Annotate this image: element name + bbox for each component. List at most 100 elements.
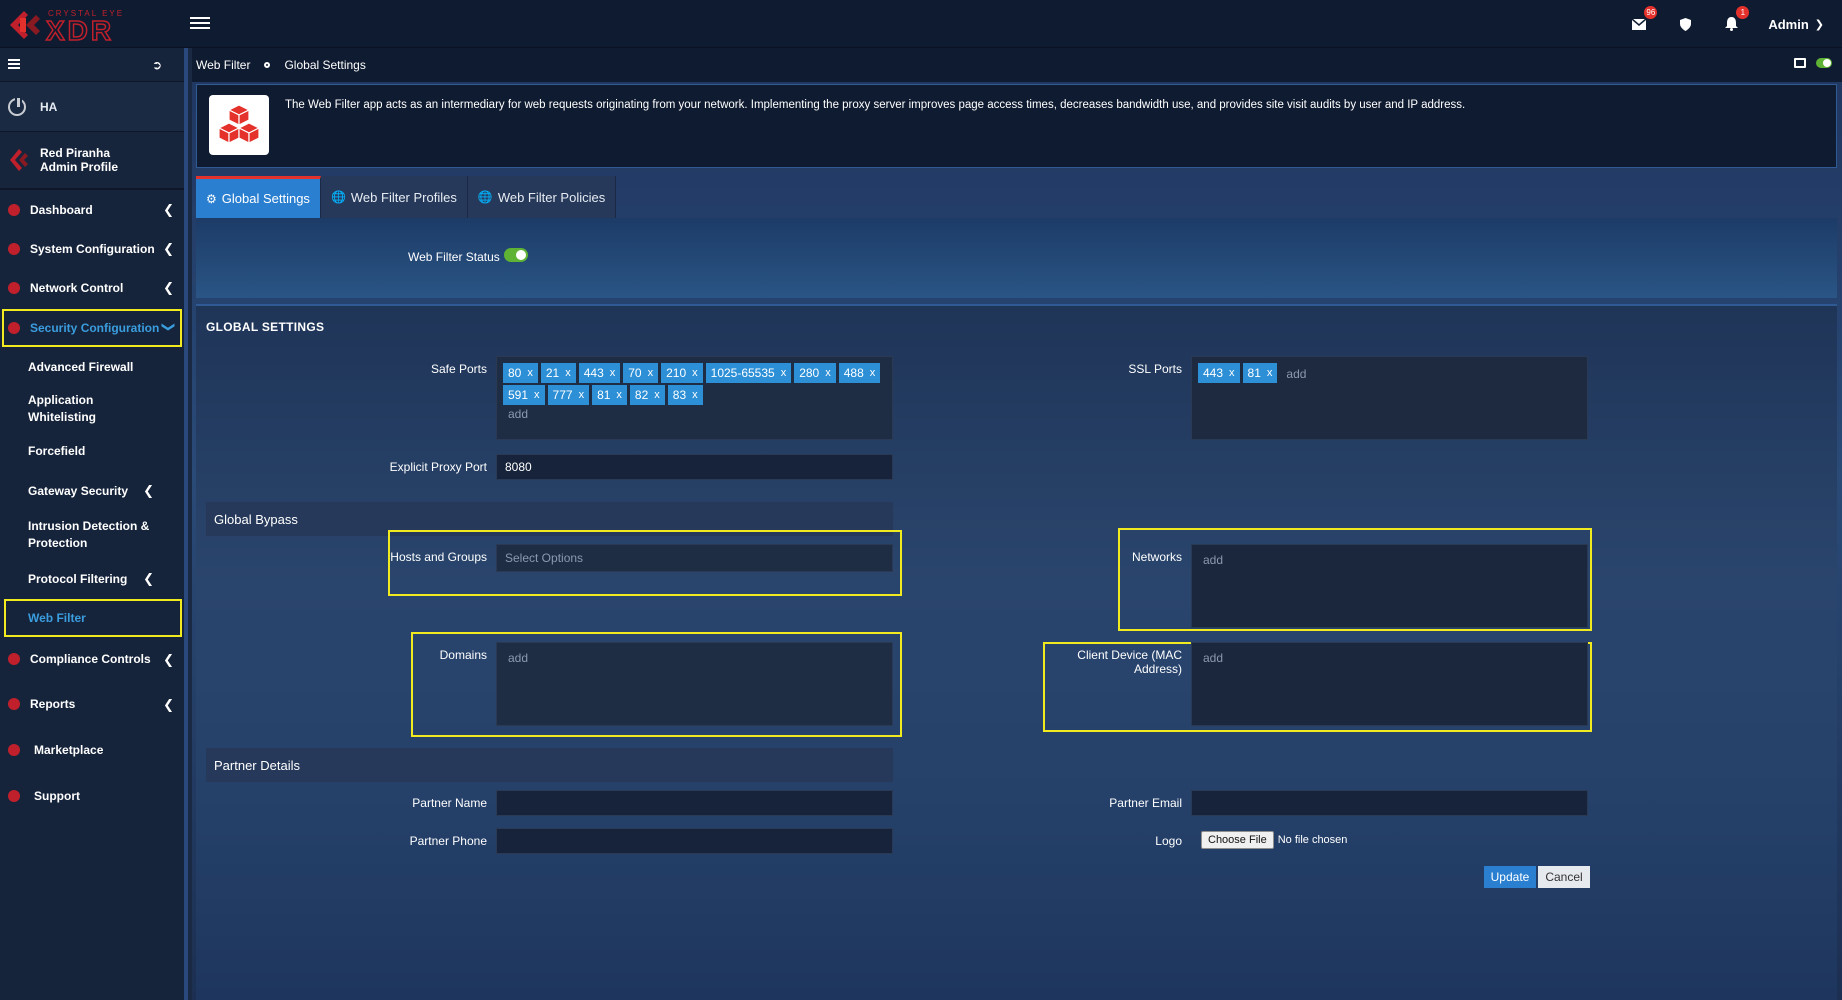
status-panel: Web Filter Status (196, 218, 1837, 298)
domains-add-input[interactable]: add (508, 651, 528, 665)
tag-remove-icon[interactable]: x (527, 367, 533, 379)
tag-remove-icon[interactable]: x (565, 367, 571, 379)
web-filter-app-icon (209, 95, 269, 155)
safe-port-tag: 280 x (794, 363, 836, 383)
sidebar-header: ➲ (0, 48, 184, 82)
tab-global-settings[interactable]: ⚙ Global Settings (196, 176, 321, 218)
tag-label: 488 (843, 366, 864, 380)
tab-web-filter-profiles[interactable]: 🌐 Web Filter Profiles (320, 176, 468, 218)
domains-field[interactable]: add (496, 642, 893, 726)
web-filter-status-toggle[interactable] (504, 248, 528, 262)
bell-icon[interactable]: 1 (1722, 6, 1750, 33)
safe-port-tag: 443 x (578, 363, 621, 383)
sidebar-subitem-advanced-firewall[interactable]: Advanced Firewall (0, 347, 184, 387)
safe-port-tag: 81 x (592, 385, 627, 405)
networks-field[interactable]: add (1191, 544, 1588, 628)
partner-phone-input[interactable] (496, 828, 893, 854)
sidebar-item-label: Support (34, 789, 80, 803)
tag-remove-icon[interactable]: x (616, 389, 622, 401)
main-menu-toggle[interactable] (190, 14, 210, 32)
sidebar-subitem-application-whitelisting[interactable]: Application Whitelisting (0, 387, 150, 431)
chevron-down-icon: ❯ (161, 321, 177, 333)
partner-phone-label: Partner Phone (409, 834, 487, 848)
sidebar-item-network-control[interactable]: Network Control ❮ (0, 269, 184, 307)
sidebar-subitem-web-filter[interactable]: Web Filter (4, 599, 182, 637)
breadcrumb: Web Filter Global Settings (192, 48, 1842, 82)
admin-menu[interactable]: Admin ❯ (1768, 17, 1824, 32)
tag-remove-icon[interactable]: x (1267, 367, 1273, 379)
help-book-icon[interactable] (1794, 58, 1806, 68)
admin-label: Admin (1768, 16, 1809, 32)
no-file-chosen-text: No file chosen (1277, 834, 1348, 846)
sidebar-item-system-configuration[interactable]: System Configuration ❮ (0, 229, 184, 269)
logo-file-picker: Choose File No file chosen (1201, 831, 1347, 849)
client-device-label: Client Device (MAC Address) (1077, 648, 1182, 676)
breadcrumb-global-settings: Global Settings (284, 58, 366, 72)
client-device-field[interactable]: add (1191, 642, 1588, 726)
explicit-proxy-port-input[interactable]: 8080 (496, 454, 893, 480)
networks-label: Networks (1131, 550, 1182, 564)
tag-remove-icon[interactable]: x (692, 389, 698, 401)
sidebar-subitem-gateway-security[interactable]: Gateway Security ❮ (0, 471, 184, 511)
sidebar-subitem-intrusion-detection[interactable]: Intrusion Detection & Protection (0, 511, 160, 559)
tag-remove-icon[interactable]: x (870, 367, 876, 379)
tag-remove-icon[interactable]: x (825, 367, 831, 379)
domains-label: Domains (439, 648, 487, 662)
sidebar-item-support[interactable]: Support (0, 773, 184, 819)
tag-label: 70 (628, 366, 642, 380)
sidebar-item-label: Network Control (30, 281, 124, 295)
sidebar-subitem-label: Protocol Filtering (28, 572, 128, 586)
sidebar-item-label: Reports (30, 697, 76, 711)
partner-name-input[interactable] (496, 790, 893, 816)
ssl-ports-label: SSL Ports (1128, 362, 1182, 376)
tag-remove-icon[interactable]: x (534, 389, 540, 401)
tag-remove-icon[interactable]: x (781, 367, 787, 379)
partner-email-input[interactable] (1191, 790, 1588, 816)
ssl-ports-add-input[interactable]: add (1286, 367, 1306, 381)
safe-ports-add-input[interactable]: add (508, 407, 528, 421)
choose-file-button[interactable]: Choose File (1201, 831, 1274, 849)
tag-remove-icon[interactable]: x (654, 389, 660, 401)
safe-ports-field[interactable]: 80 x 21 x 443 x 70 x 210 x 1025-65535 x 280 x 488 x 591 x… (496, 356, 893, 440)
app-toggle-icon[interactable] (1816, 58, 1832, 68)
sidebar-item-reports[interactable]: Reports ❮ (0, 681, 184, 727)
sidebar-subitem-label: Forcefield (28, 444, 86, 458)
tab-bar: ⚙ Global Settings 🌐 Web Filter Profiles … (196, 176, 617, 218)
hosts-groups-select[interactable]: Select Options (496, 544, 893, 572)
safe-port-tag: 210 x (661, 363, 703, 383)
admin-profile[interactable]: Red Piranha Admin Profile (0, 132, 184, 190)
update-button[interactable]: Update (1484, 866, 1536, 888)
tag-remove-icon[interactable]: x (648, 367, 654, 379)
tag-remove-icon[interactable]: x (1229, 367, 1235, 379)
cancel-button[interactable]: Cancel (1538, 866, 1590, 888)
tag-label: 280 (799, 366, 820, 380)
crystal-eye-xdr-logo[interactable]: CRYSTAL EYE XDR (6, 4, 156, 46)
shield-icon[interactable] (1676, 15, 1694, 33)
sidebar-item-security-configuration[interactable]: Security Configuration ❯ (2, 309, 182, 347)
sidebar-item-label: Security Configuration (30, 321, 160, 335)
sign-out-icon[interactable]: ➲ (152, 58, 162, 72)
breadcrumb-web-filter[interactable]: Web Filter (196, 58, 250, 72)
sidebar-item-compliance-controls[interactable]: Compliance Controls ❮ (0, 637, 184, 681)
chevron-left-icon: ❮ (163, 652, 174, 667)
mail-icon[interactable]: 96 (1630, 6, 1658, 33)
networks-add-input[interactable]: add (1203, 553, 1223, 567)
safe-port-tag: 777 x (547, 385, 590, 405)
sidebar-item-marketplace[interactable]: Marketplace (0, 727, 184, 773)
client-device-add-input[interactable]: add (1203, 651, 1223, 665)
tag-remove-icon[interactable]: x (610, 367, 616, 379)
tag-remove-icon[interactable]: x (692, 367, 698, 379)
sidebar-subitem-forcefield[interactable]: Forcefield (0, 431, 184, 471)
tag-label: 80 (508, 366, 522, 380)
ha-item[interactable]: HA (0, 82, 184, 132)
sidebar-item-dashboard[interactable]: Dashboard ❮ (0, 191, 184, 229)
tab-web-filter-policies[interactable]: 🌐 Web Filter Policies (467, 176, 617, 218)
tag-remove-icon[interactable]: x (579, 389, 585, 401)
sidebar-subitem-protocol-filtering[interactable]: Protocol Filtering ❮ (0, 559, 184, 599)
ssl-ports-field[interactable]: 443 x 81 x add (1191, 356, 1588, 440)
safe-port-tag: 21 x (540, 363, 576, 383)
global-settings-title: GLOBAL SETTINGS (206, 320, 325, 334)
sidebar-item-label: Marketplace (34, 743, 104, 757)
safe-port-tag: 488 x (838, 363, 881, 383)
sidebar-menu-icon[interactable] (8, 57, 20, 71)
